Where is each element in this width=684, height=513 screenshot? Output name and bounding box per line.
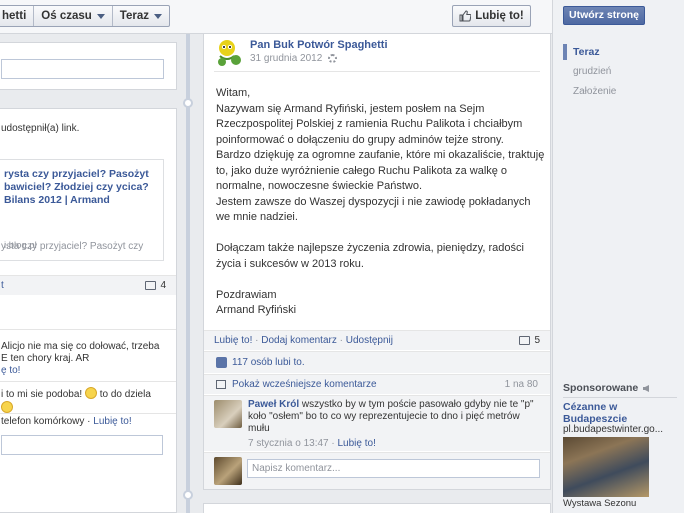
post-paragraph: Bardzo dziękuję za ogromne zaufanie, któ…	[216, 149, 545, 192]
shared-link-title[interactable]: rysta czy przyjaciel? Pasożyt bawiciel? …	[4, 168, 154, 207]
scrubber-item-december[interactable]: grudzień	[563, 62, 673, 82]
smiley-icon	[84, 387, 97, 399]
left-comment-like-link[interactable]: ę to!	[1, 365, 20, 376]
post-card: Pan Buk Potwór Spaghetti 31 grudnia 2012…	[203, 34, 551, 490]
smiley-icon	[1, 401, 13, 413]
nav-timeline-dropdown[interactable]: Oś czasu	[34, 6, 113, 26]
timeline-scrubber: Teraz grudzień Założenie	[563, 42, 673, 102]
post-actions-bar: Lubię to! · Dodaj komentarz · Udostępnij…	[204, 330, 550, 350]
public-audience-icon	[328, 54, 338, 63]
nav-now-dropdown[interactable]: Teraz	[113, 6, 169, 26]
show-previous-comments-link[interactable]: Pokaż wcześniejsze komentarze	[232, 379, 377, 390]
ad-title[interactable]: Cézanne w Budapeszcie	[563, 401, 679, 425]
comment-icon	[145, 281, 157, 290]
left-post-card: udostępnił(a) link. rysta czy przyjaciel…	[0, 108, 177, 513]
right-sidebar: Utwórz stronę Teraz grudzień Założenie S…	[552, 0, 684, 513]
ad-text: Wystawa Sezonu	[563, 498, 637, 509]
post-body: Witam, Nazywam się Armand Ryfiński, jest…	[216, 86, 546, 319]
left-actions-bar: t 4	[0, 275, 176, 295]
comment-time[interactable]: 7 stycznia o 13:47	[248, 438, 329, 449]
nav-page-name[interactable]: hetti	[0, 6, 35, 26]
left-post-card-top	[0, 42, 177, 90]
comments-pager: 1 na 80	[504, 379, 538, 390]
previous-comments-row: Pokaż wcześniejsze komentarze 1 na 80	[204, 374, 550, 394]
timeline-nav: hetti Oś czasu Teraz	[0, 5, 170, 27]
comment-icon	[519, 336, 531, 345]
post-paragraph: Dołączam także najlepsze życzenia zdrowi…	[216, 242, 524, 270]
post-paragraph: Jestem zawsze do Waszej dyspozycji i nie…	[216, 195, 531, 224]
left-comment: i to mi sie podoba! to do dziela	[1, 387, 161, 415]
post-author[interactable]: Pan Buk Potwór Spaghetti	[250, 39, 388, 51]
likes-count-link[interactable]: 117 osób lubi to.	[232, 357, 305, 368]
left-write-comment-input[interactable]	[1, 435, 163, 455]
left-like-link[interactable]: t	[1, 280, 4, 291]
post-paragraph: Nazywam się Armand Ryfiński, jestem posł…	[216, 102, 523, 146]
ad-url: pl.budapestwinter.go...	[563, 424, 664, 435]
next-post-card	[203, 503, 551, 513]
left-comment-count[interactable]: 4	[145, 280, 166, 291]
comment-like-link[interactable]: Lubię to!	[338, 438, 376, 449]
comment-icon	[216, 380, 226, 389]
like-link[interactable]: Lubię to!	[214, 335, 252, 346]
create-page-button[interactable]: Utwórz stronę	[563, 6, 645, 25]
ad-image[interactable]	[563, 437, 649, 497]
share-link[interactable]: Udostępnij	[346, 335, 393, 346]
thumbs-up-icon	[459, 10, 472, 22]
divider	[0, 329, 176, 330]
scrubber-item-now[interactable]: Teraz	[563, 42, 673, 62]
scrubber-item-founded[interactable]: Założenie	[563, 82, 673, 102]
divider	[0, 381, 176, 382]
comment: Paweł Król wszystko by w tym poście paso…	[204, 395, 550, 451]
thumbs-up-icon	[216, 357, 227, 368]
chevron-down-icon	[153, 13, 162, 19]
comment-count[interactable]: 5	[519, 335, 540, 346]
left-comment: Alicjo nie ma się co dołować, trzeba E t…	[1, 341, 160, 376]
post-paragraph: Armand Ryfiński	[216, 304, 297, 316]
shared-link-snippet: ysta czy przyjaciel? Pasożyt czy	[1, 241, 144, 252]
add-comment-link[interactable]: Dodaj komentarz	[261, 335, 337, 346]
timeline-dot	[183, 98, 193, 108]
left-comment: telefon komórkowy · Lubię to!	[1, 416, 132, 427]
timeline-topbar: hetti Oś czasu Teraz Lubię to!	[0, 0, 552, 34]
write-comment-row: Napisz komentarz...	[204, 452, 550, 489]
post-paragraph: Pozdrawiam	[216, 288, 277, 301]
post-date[interactable]: 31 grudnia 2012	[250, 53, 338, 64]
write-comment-input[interactable]: Napisz komentarz...	[247, 459, 540, 478]
timeline-dot	[183, 490, 193, 500]
megaphone-icon	[643, 384, 650, 392]
left-comment-input[interactable]	[1, 59, 164, 79]
left-comment-like-link[interactable]: Lubię to!	[93, 416, 131, 427]
commenter-name[interactable]: Paweł Król	[248, 399, 299, 410]
page-avatar[interactable]	[214, 38, 244, 68]
chevron-down-icon	[96, 13, 105, 19]
page-avatar-image	[214, 38, 244, 68]
divider	[0, 413, 176, 414]
commenter-avatar[interactable]	[214, 400, 242, 428]
user-avatar	[214, 457, 242, 485]
sponsored-header[interactable]: Sponsorowane	[563, 382, 677, 398]
shared-link-text: udostępnił(a) link.	[1, 123, 80, 134]
likes-row: 117 osób lubi to.	[204, 351, 550, 373]
divider	[214, 71, 540, 72]
post-paragraph: Witam,	[216, 87, 251, 99]
like-page-button[interactable]: Lubię to!	[452, 5, 531, 27]
